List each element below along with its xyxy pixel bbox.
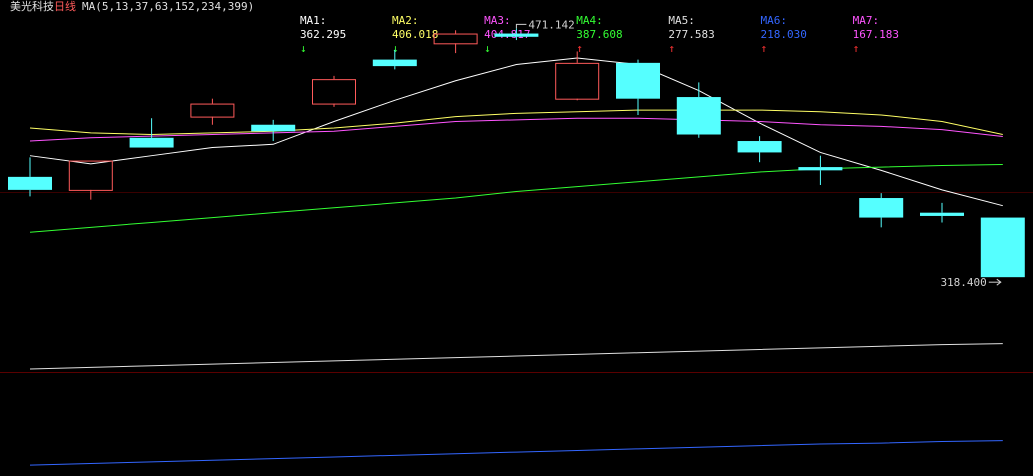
chart-root: 美光科技 日线 MA(5,13,37,63,152,234,399) MA1: … [0, 0, 1033, 476]
candle [312, 75, 356, 107]
candle [8, 157, 52, 197]
candle-body [312, 79, 356, 105]
candle [251, 119, 296, 142]
ma3-line [29, 117, 1003, 142]
low-price-label: 318.400 [940, 276, 986, 289]
grid-layer [0, 192, 1033, 373]
candle [676, 82, 721, 138]
high-price-label: 471.142 [528, 18, 574, 31]
candlestick-chart[interactable]: 471.142 318.400 [0, 0, 1033, 476]
candle [555, 51, 600, 101]
candle [68, 160, 113, 200]
ma-lines-layer [29, 57, 1003, 466]
ma2-line [29, 109, 1003, 136]
candle [980, 217, 1025, 278]
candle [433, 30, 478, 54]
high-marker-leader [515, 23, 527, 29]
candle-body [372, 59, 417, 67]
candle [616, 59, 660, 115]
candle-body [129, 137, 174, 148]
candle-body [859, 198, 904, 218]
candle [859, 193, 904, 228]
candle-body [251, 124, 296, 132]
ma4-line [29, 163, 1003, 233]
candle-body [920, 212, 964, 216]
candles-layer [8, 28, 1025, 278]
ma1-line [29, 57, 1003, 207]
candle [372, 49, 417, 70]
ma6-line [29, 440, 1003, 466]
candle-body [494, 33, 539, 37]
candle-body [616, 62, 660, 99]
candle [129, 118, 174, 148]
candle-body [8, 176, 52, 190]
candle [190, 98, 235, 125]
candle-body [68, 160, 113, 191]
candle-body [798, 167, 843, 171]
candle [737, 136, 782, 163]
ma5-line [29, 343, 1003, 370]
candle-body [676, 97, 721, 135]
candle-body [190, 103, 235, 118]
candle [920, 202, 964, 223]
candle-body [433, 33, 478, 45]
candle-body [980, 217, 1025, 278]
candle [798, 155, 843, 185]
candle-body [555, 62, 600, 100]
candle-body [737, 141, 782, 153]
